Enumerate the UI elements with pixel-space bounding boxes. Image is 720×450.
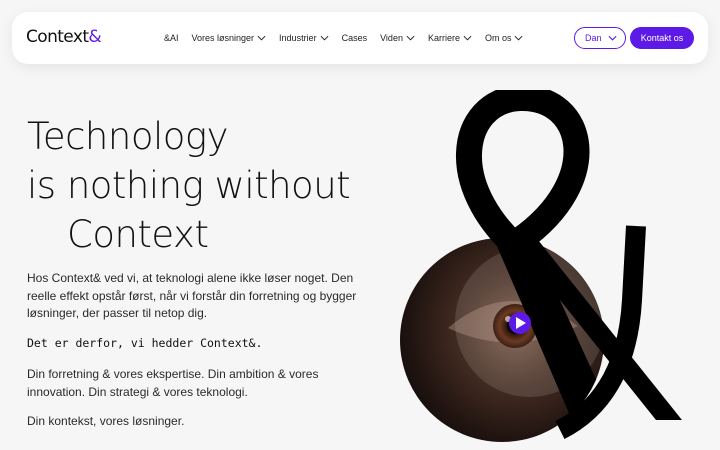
language-label: Dan [585,33,602,43]
nav-item-label: Vores løsninger [191,33,255,43]
intro-paragraph: Hos Context& ved vi, at teknologi alene … [27,271,357,320]
headline-line-1: Technology [27,115,228,158]
chevron-down-icon [406,35,415,41]
chevron-down-icon [463,35,472,41]
nav-item-label: Viden [380,33,403,43]
chevron-down-icon [515,35,523,41]
hero-ampersand-graphic [400,90,682,442]
nav-item-label: Karriere [427,33,460,43]
nav-item-knowledge[interactable]: Viden [380,33,415,43]
closing-line: Din kontekst, vores løsninger. [27,414,185,428]
hero-headline: Technology is nothing without Context [27,112,351,259]
nav-item-about[interactable]: Om os [485,33,524,43]
tagline: Det er derfor, vi hedder Context&. [27,335,263,350]
play-button[interactable] [509,312,531,334]
nav-item-cases[interactable]: Cases [342,33,368,43]
nav-item-ai[interactable]: &AI [164,33,179,43]
logo[interactable]: Context& [26,27,102,47]
contact-button[interactable]: Kontakt os [630,27,694,49]
chevron-down-icon [608,35,617,41]
values-paragraph: Din forretning & vores ekspertise. Din a… [27,367,319,399]
logo-text: Context [26,27,89,47]
nav-item-careers[interactable]: Karriere [428,33,472,43]
nav-item-label: Om os [484,33,512,43]
nav-item-label: Cases [341,33,368,43]
nav-item-label: &AI [164,33,179,43]
nav-links: &AI Vores løsninger Industrier Cases Vid… [164,12,536,64]
nav-item-solutions[interactable]: Vores løsninger [192,33,267,43]
chevron-down-icon [257,35,266,41]
top-navigation: Context& &AI Vores løsninger Industrier … [12,12,708,64]
nav-item-industries[interactable]: Industrier [279,33,329,43]
language-selector[interactable]: Dan [574,27,626,49]
logo-ampersand: & [88,27,102,47]
chevron-down-icon [320,35,329,41]
hero-body: Hos Context& ved vi, at teknologi alene … [27,270,372,443]
nav-item-label: Industrier [279,33,317,43]
headline-line-3: Context [67,213,209,256]
headline-line-2: is nothing without [27,164,351,207]
